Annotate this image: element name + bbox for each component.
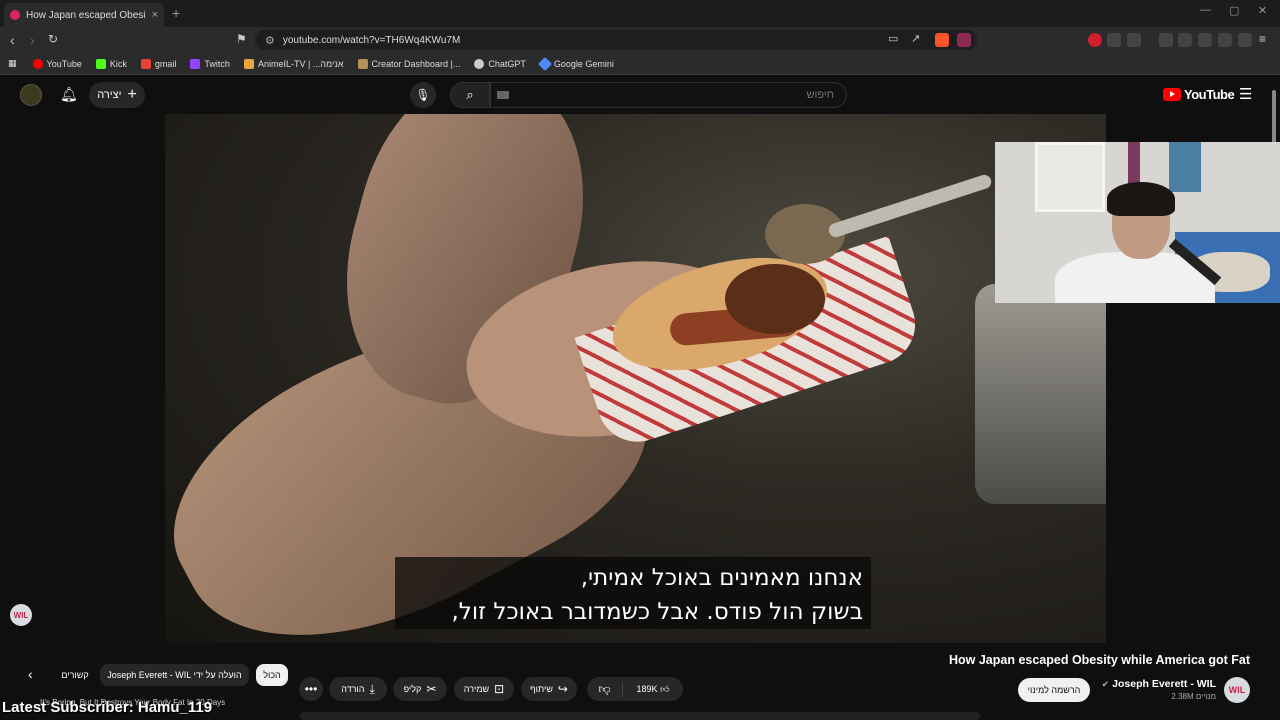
browser-tab[interactable]: How Japan escaped Obesity wh × — [4, 3, 164, 27]
webcam-person-hair — [1107, 182, 1175, 216]
apps-grid-icon[interactable]: ▦ — [8, 58, 17, 69]
bookmark-creator-dashboard[interactable]: Creator Dashboard |... — [357, 58, 460, 69]
youtube-header: 🔔︎ יצירה + 🎙︎ ⌕ YouTube ☰ — [0, 76, 1280, 114]
like-dislike-group: 👎︎ 189K 👍︎ — [587, 677, 683, 701]
vpn-icon[interactable] — [1238, 33, 1252, 47]
youtube-favicon-icon — [10, 10, 20, 20]
minimize-icon[interactable]: — — [1200, 4, 1211, 16]
download-icon: ⤓ — [369, 681, 375, 696]
latest-subscriber-overlay: Latest Subscriber: Hamu_119 — [2, 699, 213, 716]
channel-avatar[interactable]: WIL — [1224, 677, 1250, 703]
kick-icon — [95, 58, 106, 69]
bookmark-icon[interactable]: ⚑ — [236, 32, 247, 46]
bookmark-youtube[interactable]: YouTube — [32, 58, 82, 69]
cast-icon[interactable]: ▭ — [888, 32, 898, 45]
wallet-icon[interactable] — [1198, 33, 1212, 47]
rewards-icon[interactable] — [957, 33, 971, 47]
chip-related[interactable]: קשורים — [56, 664, 94, 686]
bookmarks-bar: ▦ YouTube Kick gmail Twitch AnimeIL-TV |… — [0, 53, 1280, 75]
leo-ai-icon[interactable] — [1218, 33, 1232, 47]
sidebar-icon[interactable] — [1178, 33, 1192, 47]
bookmark-twitch[interactable]: Twitch — [190, 58, 230, 69]
clip-button[interactable]: קליפ ✂ — [393, 677, 447, 701]
create-button[interactable]: יצירה + — [89, 82, 145, 108]
screenshot-icon[interactable] — [1127, 33, 1141, 47]
bottom-panel-edge — [300, 712, 980, 720]
account-avatar[interactable] — [20, 84, 42, 106]
bookmark-gemini[interactable]: Google Gemini — [537, 56, 614, 71]
forward-icon[interactable]: › — [30, 32, 35, 48]
save-bookmark-icon: ⊡ — [494, 682, 505, 696]
maximize-icon[interactable]: ▢ — [1229, 4, 1239, 17]
voice-search-mic-icon[interactable]: 🎙︎ — [410, 82, 436, 108]
webcam-poster-2 — [1169, 142, 1201, 192]
search-icon[interactable]: ⌕ — [450, 82, 490, 108]
reload-icon[interactable]: ↻ — [48, 32, 58, 46]
gmail-icon — [140, 58, 151, 69]
subtitle-line-2: בשוק הול פודס. אבל כשמדובר באוכל זול, — [451, 599, 863, 625]
bookmark-animeil[interactable]: AnimeIL-TV | ...אנימה — [243, 58, 344, 69]
notifications-bell-icon[interactable]: 🔔︎ — [60, 86, 78, 103]
gemini-icon — [537, 56, 552, 71]
tab-title: How Japan escaped Obesity wh — [26, 9, 146, 21]
new-tab-button[interactable]: + — [172, 5, 180, 21]
search-input[interactable] — [490, 82, 847, 108]
animeil-icon — [243, 58, 254, 69]
hamburger-menu-icon[interactable]: ☰ — [1239, 85, 1252, 103]
verified-check-icon: ✔ — [1101, 679, 1110, 689]
browser-tab-bar: How Japan escaped Obesity wh × + — ▢ ✕ — [0, 0, 1280, 27]
extension-icon[interactable] — [1088, 33, 1102, 47]
save-button[interactable]: שמירה ⊡ — [454, 677, 514, 701]
dislike-icon[interactable]: 👎︎ — [587, 681, 623, 697]
chips-scroll-left-icon[interactable]: ‹ — [28, 666, 33, 682]
more-actions-button[interactable]: ••• — [299, 677, 323, 701]
youtube-logo-text: YouTube — [1184, 87, 1235, 102]
video-frame-ladle-handle — [826, 173, 994, 239]
channel-name[interactable]: ✔ Joseph Everett - WIL — [1102, 678, 1216, 690]
bookmark-chatgpt[interactable]: ChatGPT — [474, 58, 526, 69]
video-subtitles: אנחנו מאמינים באוכל אמיתי, בשוק הול פודס… — [395, 557, 871, 629]
like-icon: 👍︎ — [660, 683, 670, 694]
create-label: יצירה — [97, 89, 122, 101]
chip-uploaded-by[interactable]: Joseph Everett - WIL הועלה על ידי — [100, 664, 249, 686]
keyboard-icon[interactable] — [497, 91, 509, 99]
back-icon[interactable]: ‹ — [10, 32, 15, 48]
share-page-icon[interactable]: ↗ — [911, 32, 920, 45]
like-button[interactable]: 189K 👍︎ — [623, 684, 683, 695]
subscriber-count: 2.38M מנויים — [1171, 692, 1216, 701]
youtube-icon — [32, 58, 43, 69]
scissors-icon: ✂ — [426, 682, 437, 696]
twitch-icon — [190, 58, 201, 69]
tab-close-icon[interactable]: × — [152, 9, 158, 21]
url-text: youtube.com/watch?v=TH6Wq4KWu7M — [282, 34, 461, 46]
url-field[interactable]: ⚙ youtube.com/watch?v=TH6Wq4KWu7M — [255, 30, 977, 50]
subtitle-line-1: אנחנו מאמינים באוכל אמיתי, — [580, 565, 863, 591]
site-info-icon[interactable]: ⚙ — [265, 34, 275, 47]
bookmark-gmail[interactable]: gmail — [140, 58, 176, 69]
chatgpt-icon — [474, 58, 485, 69]
creator-dashboard-icon — [357, 58, 368, 69]
webcam-window — [1035, 142, 1105, 212]
extensions-puzzle-icon[interactable] — [1107, 33, 1121, 47]
download-button[interactable]: הורדה ⤓ — [329, 677, 387, 701]
chip-all[interactable]: הכול — [256, 664, 288, 686]
plus-icon: + — [127, 86, 137, 103]
close-window-icon[interactable]: ✕ — [1258, 4, 1267, 17]
youtube-logo[interactable]: YouTube — [1163, 87, 1235, 102]
youtube-play-icon — [1163, 88, 1181, 101]
music-icon[interactable] — [1159, 33, 1173, 47]
video-title: How Japan escaped Obesity while America … — [948, 653, 1250, 667]
wil-logo-badge: WIL — [10, 604, 32, 626]
subscribe-button[interactable]: הרשמה למינוי — [1018, 678, 1090, 702]
share-icon: ↪ — [557, 682, 568, 696]
video-frame-sauce — [725, 264, 825, 334]
page-scrollbar[interactable] — [1272, 90, 1276, 146]
bookmark-kick[interactable]: Kick — [95, 58, 127, 69]
webcam-overlay — [995, 142, 1280, 303]
share-button[interactable]: שיתוף ↪ — [521, 677, 577, 701]
browser-menu-icon[interactable]: ≡ — [1259, 32, 1266, 46]
video-frame-pot — [975, 284, 1106, 504]
address-bar-row: ‹ › ↻ ⚑ ⚙ youtube.com/watch?v=TH6Wq4KWu7… — [0, 27, 1280, 53]
brave-shield-icon[interactable] — [935, 33, 949, 47]
